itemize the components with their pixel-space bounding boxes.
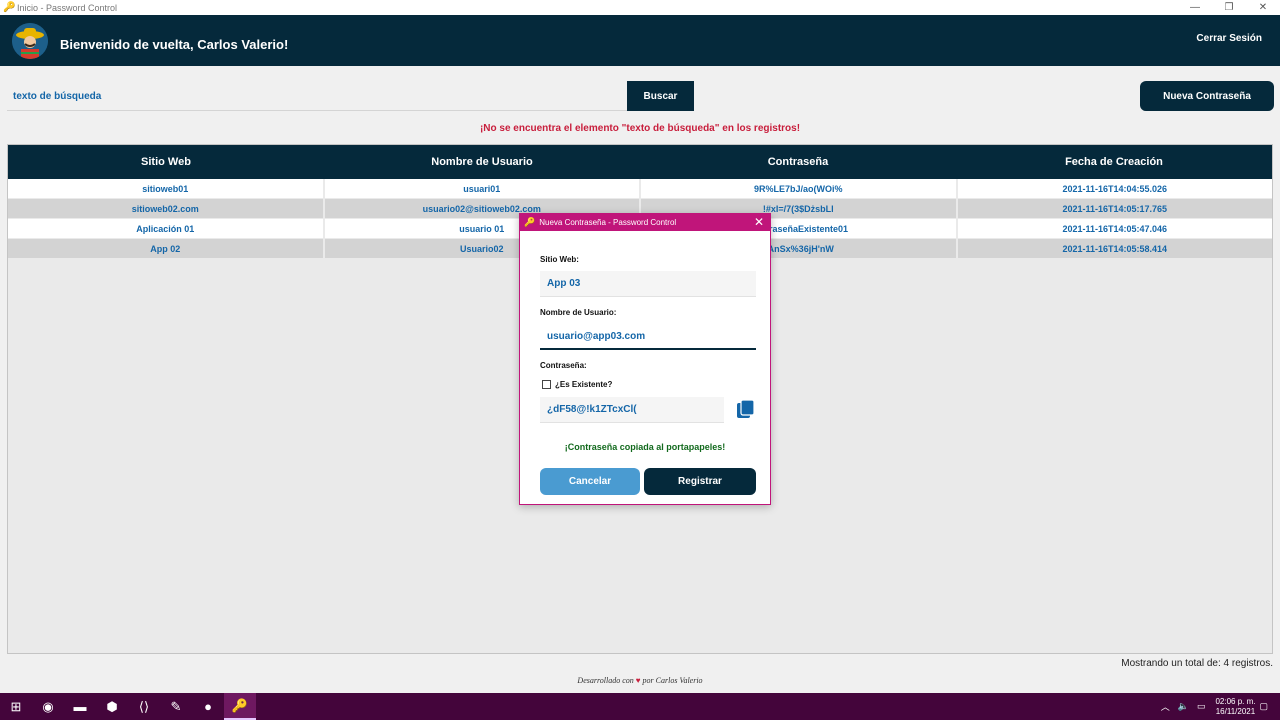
file-explorer-icon[interactable]: ▬ — [64, 693, 96, 720]
column-header-created[interactable]: Fecha de Creación — [956, 145, 1272, 179]
clock[interactable]: 02:06 p. m. 16/11/2021 — [1215, 697, 1255, 717]
records-total: Mostrando un total de: 4 registros. — [1121, 658, 1273, 669]
taskbar: ⊞ ◉ ▬ ⬢ ⟨⟩ ✎ ● 🔑 ︿ 🔈 ▭ 02:06 p. m. 16/11… — [0, 693, 1280, 720]
existing-checkbox-label: ¿Es Existente? — [555, 380, 613, 389]
dialog-title: Nueva Contraseña - Password Control — [539, 218, 677, 227]
logout-button[interactable]: Cerrar Sesión — [1196, 33, 1262, 44]
site-label: Sitio Web: — [540, 255, 579, 264]
volume-icon[interactable]: 🔈 — [1178, 701, 1189, 712]
password-label: Contraseña: — [540, 361, 587, 370]
cancel-button[interactable]: Cancelar — [540, 468, 640, 495]
welcome-message: Bienvenido de vuelta, Carlos Valerio! — [60, 37, 289, 52]
new-password-dialog: 🔑 Nueva Contraseña - Password Control ✕ … — [519, 213, 771, 505]
close-icon[interactable]: ✕ — [1246, 0, 1280, 15]
password-field[interactable]: ¿dF58@!k1ZTcxCl( — [540, 397, 724, 423]
window-title: Inicio - Password Control — [17, 2, 118, 13]
footer-prefix: Desarrollado con — [577, 676, 634, 685]
existing-checkbox[interactable] — [542, 380, 551, 389]
app-header: Bienvenido de vuelta, Carlos Valerio! Ce… — [0, 15, 1280, 66]
column-header-password[interactable]: Contraseña — [640, 145, 956, 179]
windows-start-icon[interactable]: ⊞ — [0, 693, 32, 720]
close-icon[interactable]: ✕ — [754, 215, 764, 229]
site-field[interactable]: App 03 — [540, 271, 756, 297]
search-input[interactable]: texto de búsqueda — [7, 82, 627, 111]
password-control-taskbar-icon[interactable]: 🔑 — [224, 693, 256, 720]
edge-browser-icon[interactable]: ◉ — [32, 693, 64, 720]
footer-credit: Desarrollado con ♥ por Carlos Valerio — [0, 676, 1280, 685]
cube-app-icon[interactable]: ⬢ — [96, 693, 128, 720]
app-key-icon: 🔑 — [524, 217, 536, 227]
notifications-icon[interactable]: ▢ — [1259, 701, 1268, 712]
search-button[interactable]: Buscar — [627, 81, 694, 111]
cell-created[interactable]: 2021-11-16T14:05:17.765 — [957, 199, 1272, 218]
new-password-button[interactable]: Nueva Contraseña — [1140, 81, 1274, 111]
cell-site[interactable]: App 02 — [8, 239, 323, 258]
search-error-message: ¡No se encuentra el elemento "texto de b… — [479, 123, 801, 134]
register-button[interactable]: Registrar — [644, 468, 756, 495]
table-row[interactable]: sitioweb01 usuari01 9R%LE7bJ/ao(WOi% 202… — [8, 179, 1272, 199]
username-field[interactable]: usuario@app03.com — [540, 324, 756, 350]
window-controls: — ❐ ✕ — [1178, 0, 1280, 15]
copied-message: ¡Contraseña copiada al portapapeles! — [564, 442, 726, 452]
heart-icon: ♥ — [635, 676, 641, 685]
cell-created[interactable]: 2021-11-16T14:05:47.046 — [957, 219, 1272, 238]
vscode-icon[interactable]: ⟨⟩ — [128, 693, 160, 720]
column-header-username[interactable]: Nombre de Usuario — [324, 145, 640, 179]
app-key-icon: 🔑 — [3, 1, 16, 13]
restore-icon[interactable]: ❐ — [1212, 0, 1246, 15]
cell-created[interactable]: 2021-11-16T14:05:58.414 — [957, 239, 1272, 258]
column-header-site[interactable]: Sitio Web — [8, 145, 324, 179]
system-tray: ︿ 🔈 ▭ 02:06 p. m. 16/11/2021 ▢ — [1157, 693, 1272, 720]
table-header: Sitio Web Nombre de Usuario Contraseña F… — [8, 145, 1272, 179]
cell-created[interactable]: 2021-11-16T14:04:55.026 — [957, 179, 1272, 198]
notepad-icon[interactable]: ✎ — [160, 693, 192, 720]
clock-date: 16/11/2021 — [1215, 706, 1256, 716]
dialog-titlebar: 🔑 Nueva Contraseña - Password Control ✕ — [520, 214, 770, 231]
cell-password[interactable]: 9R%LE7bJ/ao(WOi% — [641, 179, 956, 198]
footer-suffix: por Carlos Valerio — [642, 676, 703, 685]
network-icon[interactable]: ▭ — [1197, 701, 1206, 712]
username-label: Nombre de Usuario: — [540, 308, 617, 317]
avatar — [12, 23, 48, 59]
chevron-up-icon[interactable]: ︿ — [1161, 700, 1170, 713]
cell-username[interactable]: usuari01 — [324, 179, 639, 198]
powerpoint-icon[interactable]: ● — [192, 693, 224, 720]
cell-site[interactable]: Aplicación 01 — [8, 219, 323, 238]
cell-site[interactable]: sitioweb02.com — [8, 199, 323, 218]
clock-time: 02:06 p. m. — [1215, 696, 1256, 706]
minimize-icon[interactable]: — — [1178, 0, 1212, 15]
existing-checkbox-row[interactable]: ¿Es Existente? — [542, 380, 612, 389]
cell-site[interactable]: sitioweb01 — [8, 179, 323, 198]
window-titlebar: 🔑 Inicio - Password Control — ❐ ✕ — [0, 0, 1280, 15]
copy-icon[interactable] — [736, 399, 756, 419]
